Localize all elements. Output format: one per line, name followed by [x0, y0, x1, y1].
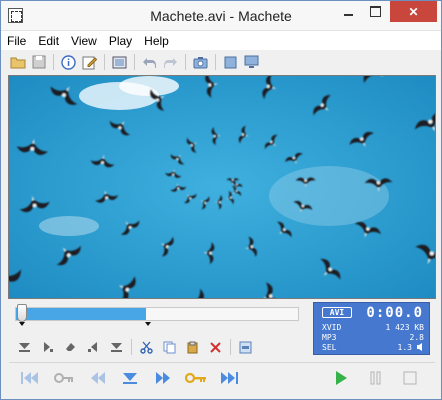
cut-icon[interactable]	[138, 339, 155, 356]
selection-fill	[16, 308, 146, 320]
goto-selection-icon[interactable]	[119, 368, 141, 388]
undo-icon[interactable]	[141, 54, 158, 71]
toolbar-separator	[53, 54, 54, 70]
mark-in-marker	[19, 322, 25, 326]
mark-out-marker	[145, 322, 151, 326]
pause-icon[interactable]	[365, 368, 387, 388]
app-window: Machete.avi - Machete ✕ File Edit View P…	[0, 0, 442, 400]
go-end-icon[interactable]	[218, 368, 240, 388]
paste-icon[interactable]	[184, 339, 201, 356]
video-size-value: 1 423 KB	[385, 323, 424, 332]
step-back-icon[interactable]	[87, 368, 109, 388]
edit-toolbar	[16, 337, 254, 357]
step-forward-icon[interactable]	[152, 368, 174, 388]
toolbar-separator	[134, 54, 135, 70]
video-preview	[8, 75, 436, 299]
toolbar	[1, 50, 441, 74]
info-icon[interactable]	[60, 54, 77, 71]
seek-track[interactable]	[15, 307, 299, 321]
seek-thumb[interactable]	[17, 304, 27, 322]
play-icon[interactable]	[330, 368, 352, 388]
seek-bar[interactable]	[15, 304, 299, 326]
delete-icon[interactable]	[207, 339, 224, 356]
menu-play[interactable]: Play	[109, 34, 132, 48]
menu-help[interactable]: Help	[144, 34, 169, 48]
film-frame-icon[interactable]	[111, 54, 128, 71]
menu-edit[interactable]: Edit	[38, 34, 59, 48]
monitor-icon[interactable]	[243, 54, 260, 71]
toolbar-separator	[185, 54, 186, 70]
video-frame-image	[9, 76, 435, 298]
redo-icon[interactable]	[162, 54, 179, 71]
edit-tags-icon[interactable]	[81, 54, 98, 71]
menu-bar: File Edit View Play Help	[1, 31, 441, 50]
video-codec-label: XVID	[322, 323, 342, 332]
mark-out-icon[interactable]	[39, 339, 56, 356]
edit-separator	[131, 339, 132, 355]
mark-in-icon[interactable]	[16, 339, 33, 356]
selection-value: 1.3	[397, 343, 412, 352]
menu-view[interactable]: View	[71, 34, 97, 48]
next-mark-icon[interactable]	[108, 339, 125, 356]
copy-icon[interactable]	[161, 339, 178, 356]
open-folder-icon[interactable]	[9, 54, 26, 71]
close-button[interactable]: ✕	[390, 1, 437, 22]
volume-icon[interactable]	[416, 342, 426, 352]
prev-mark-icon[interactable]	[85, 339, 102, 356]
toolbar-separator	[104, 54, 105, 70]
prev-key-icon[interactable]	[53, 368, 75, 388]
clear-icon[interactable]	[62, 339, 79, 356]
clip-icon[interactable]	[237, 339, 254, 356]
menu-file[interactable]: File	[7, 34, 26, 48]
minimize-button[interactable]	[335, 1, 361, 22]
edit-separator	[230, 339, 231, 355]
audio-value: 2.8	[409, 333, 424, 342]
title-bar: Machete.avi - Machete ✕	[1, 1, 441, 31]
selection-label: SEL	[322, 343, 337, 352]
format-badge: AVI	[322, 307, 352, 318]
maximize-button[interactable]	[362, 1, 388, 22]
toolbar-separator	[215, 54, 216, 70]
transport-bar	[9, 362, 435, 392]
snapshot-camera-icon[interactable]	[192, 54, 209, 71]
stop-square-icon[interactable]	[222, 54, 239, 71]
next-key-icon[interactable]	[185, 368, 207, 388]
stop-icon[interactable]	[399, 368, 421, 388]
go-start-icon[interactable]	[19, 368, 41, 388]
time-display: 0:00.0	[366, 305, 423, 321]
save-icon[interactable]	[30, 54, 47, 71]
status-panel: AVI 0:00.0 XVID 1 423 KB MP3 2.8 SEL 1.3	[313, 302, 430, 355]
audio-codec-label: MP3	[322, 333, 337, 342]
